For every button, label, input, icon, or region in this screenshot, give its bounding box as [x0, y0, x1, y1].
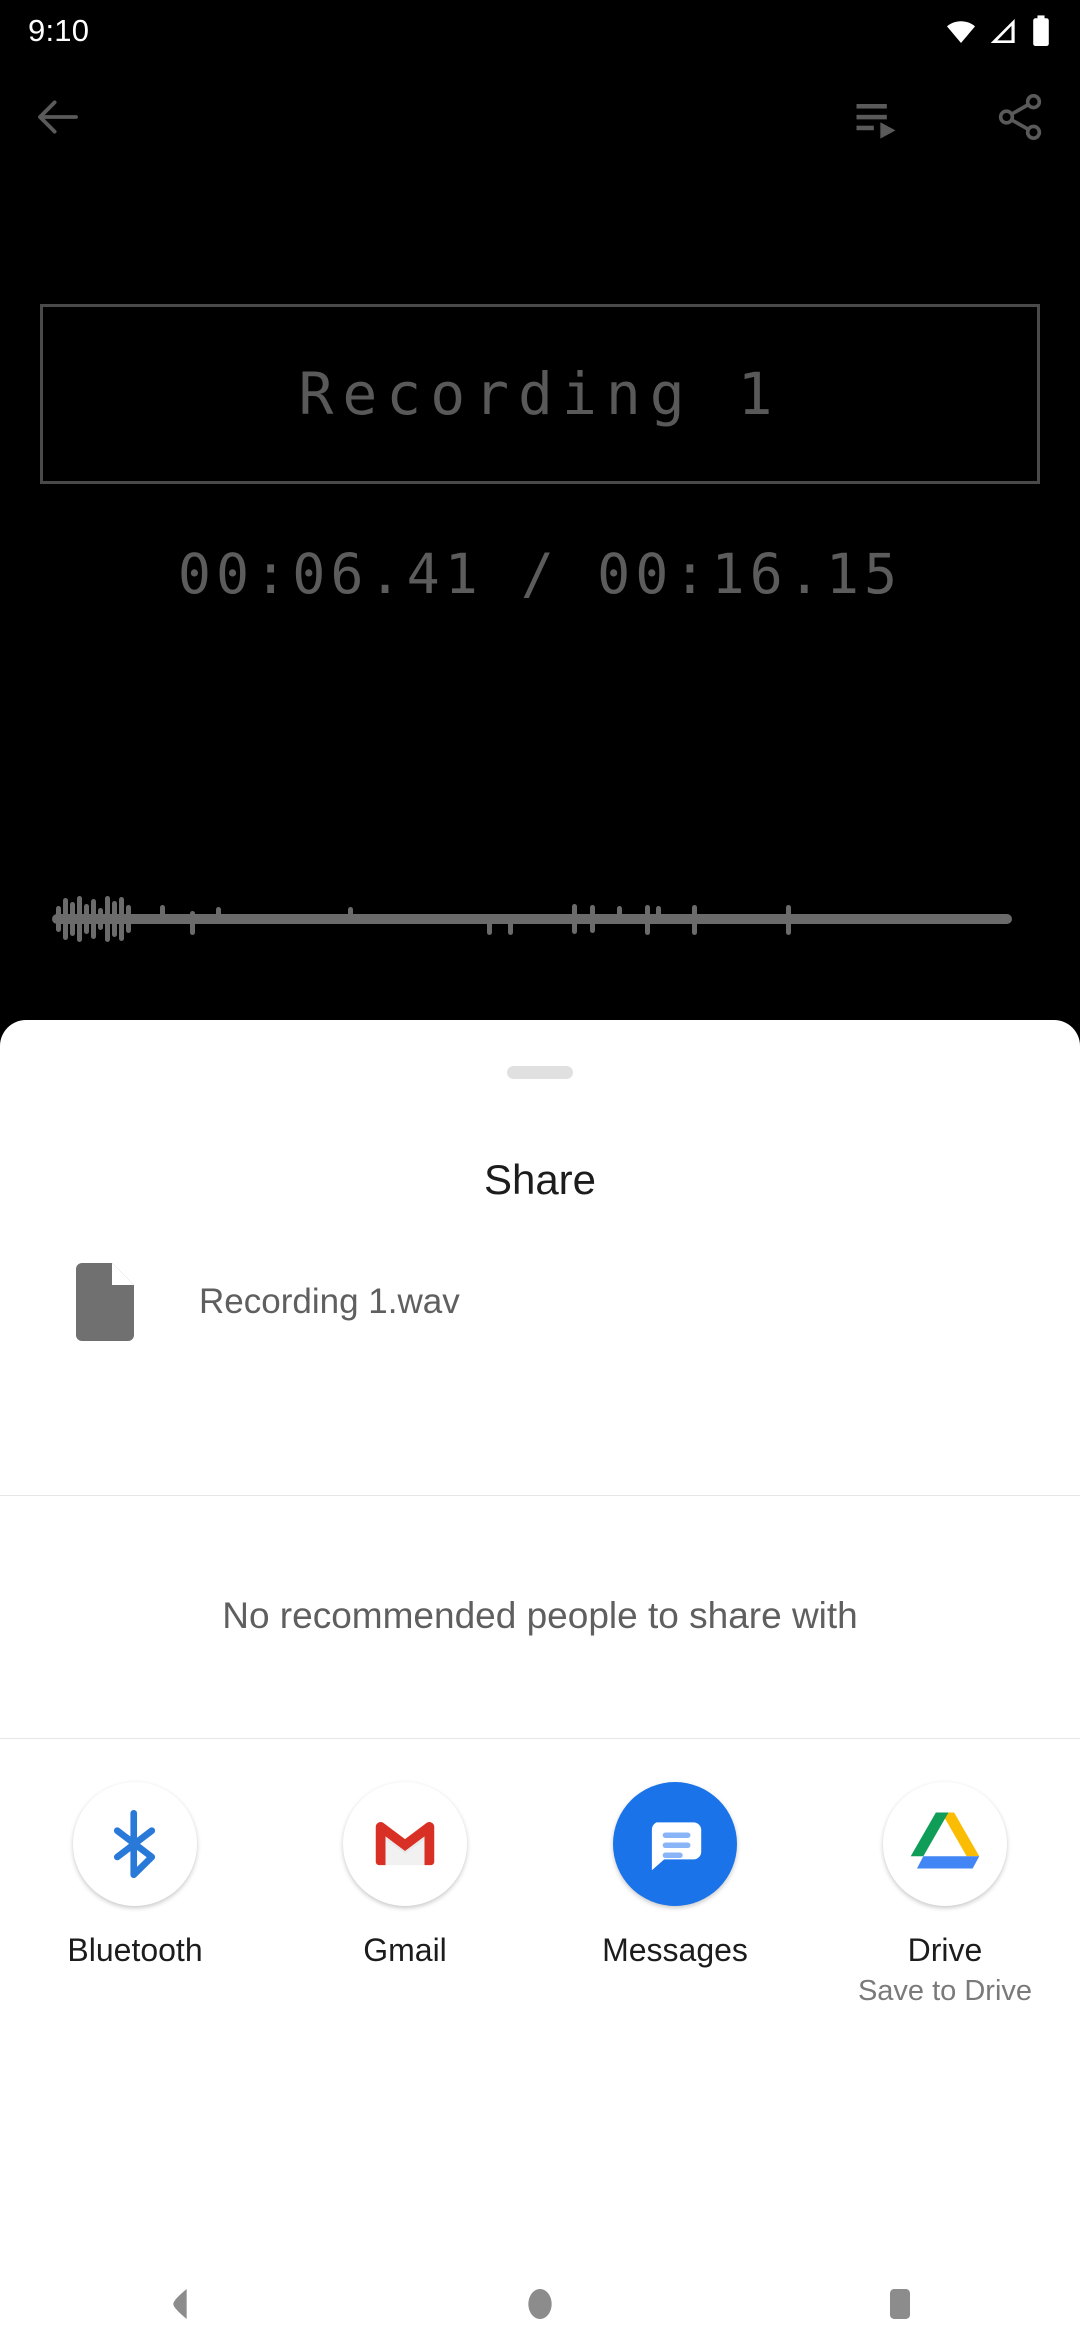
share-target-label: Gmail	[363, 1932, 447, 1968]
share-target-bluetooth[interactable]: Bluetooth	[0, 1782, 270, 2022]
playback-timer: 00:06.41 / 00:16.15	[177, 542, 903, 606]
recording-title: Recording 1	[298, 360, 782, 428]
share-target-label: Bluetooth	[67, 1932, 203, 1968]
cellular-signal-icon	[990, 19, 1015, 43]
waveform-seekbar[interactable]	[0, 884, 1080, 954]
sheet-drag-handle[interactable]	[507, 1066, 573, 1079]
share-target-messages[interactable]: Messages	[540, 1782, 810, 2022]
drive-icon	[910, 1812, 980, 1869]
share-target-gmail[interactable]: Gmail	[270, 1782, 540, 2022]
messages-icon	[651, 1822, 702, 1871]
nav-home-icon	[528, 2289, 552, 2319]
gmail-icon-wrapper	[343, 1782, 467, 1906]
nav-home-button[interactable]	[480, 2268, 600, 2340]
share-target-drive[interactable]: Drive Save to Drive	[810, 1782, 1080, 2022]
drive-icon-wrapper	[883, 1782, 1007, 1906]
recording-title-box[interactable]: Recording 1	[40, 304, 1040, 484]
share-icon	[998, 94, 1042, 140]
divider-top	[0, 1495, 1080, 1496]
bluetooth-icon-wrapper	[73, 1782, 197, 1906]
divider-bottom	[0, 1738, 1080, 1739]
gmail-icon	[375, 1822, 435, 1866]
nav-back-button[interactable]	[120, 2268, 240, 2340]
share-sheet-title: Share	[483, 1156, 597, 1203]
nav-back-icon	[173, 2289, 187, 2319]
status-bar-clock: 9:10	[28, 13, 90, 48]
status-bar: 9:10	[0, 0, 1080, 62]
shared-file-row[interactable]: Recording 1.wav	[0, 1242, 1080, 1362]
back-button[interactable]	[10, 69, 106, 165]
app-toolbar	[0, 62, 1080, 172]
playlist-play-icon	[856, 104, 896, 139]
system-navigation-bar	[0, 2268, 1080, 2340]
bluetooth-icon	[113, 1809, 156, 1879]
status-bar-icons	[944, 14, 1052, 48]
player-area: Recording 1 00:06.41 / 00:16.15	[0, 172, 1080, 1020]
playlist-button[interactable]	[828, 69, 924, 165]
timer-row: 00:06.41 / 00:16.15	[0, 542, 1080, 606]
file-document-icon	[76, 1263, 134, 1341]
battery-icon	[1033, 15, 1049, 47]
wifi-icon	[947, 21, 975, 43]
phone-screen: 9:10 Recording 1 00:06.41 / 00:16.15 Sha…	[0, 0, 1080, 2340]
share-target-sublabel: Save to Drive	[857, 1975, 1033, 2007]
shared-file-name: Recording 1.wav	[199, 1282, 460, 1321]
share-target-row: Bluetooth Gmail Messages Drive Save to D…	[0, 1782, 1080, 2022]
messages-icon-wrapper	[613, 1782, 737, 1906]
share-bottom-sheet: Share Recording 1.wav No recommended peo…	[0, 1020, 1080, 2268]
nav-recents-icon	[890, 2289, 910, 2319]
audio-waveform	[52, 896, 1012, 942]
arrow-back-icon	[38, 100, 78, 134]
share-target-label: Messages	[602, 1932, 748, 1968]
nav-recents-button[interactable]	[840, 2268, 960, 2340]
no-recommended-people-message: No recommended people to share with	[222, 1595, 858, 1636]
share-target-label: Drive	[907, 1932, 983, 1968]
share-button[interactable]	[972, 69, 1068, 165]
